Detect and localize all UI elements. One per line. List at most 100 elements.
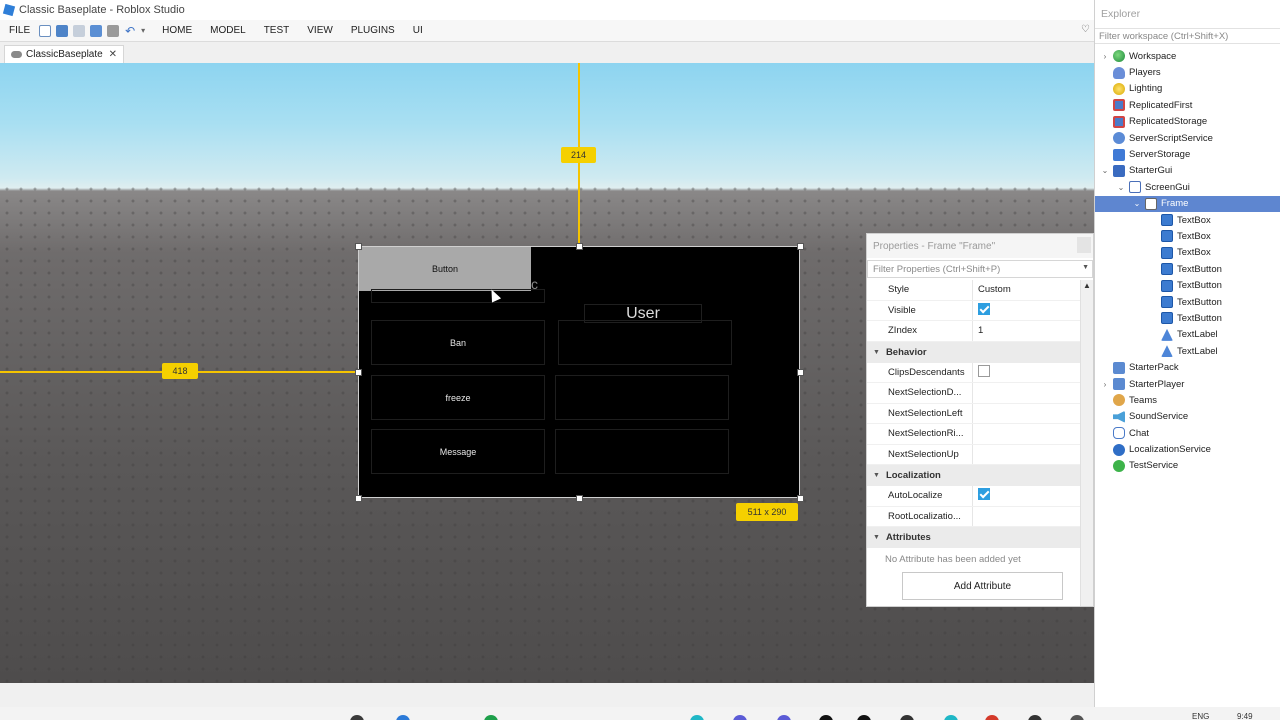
explorer-item-localizationservice[interactable]: LocalizationService bbox=[1095, 441, 1280, 457]
chevron-down-icon[interactable]: ▼ bbox=[873, 472, 880, 479]
menu-tab-ui[interactable]: UI bbox=[404, 25, 432, 36]
chevron-down-icon[interactable]: ▼ bbox=[1082, 264, 1089, 271]
section-localization[interactable]: ▼ Localization bbox=[867, 465, 1081, 486]
new-file-icon[interactable] bbox=[39, 24, 52, 37]
explorer-item-testservice[interactable]: TestService bbox=[1095, 458, 1280, 474]
quick-access-dropdown-icon[interactable]: ▾ bbox=[141, 26, 145, 35]
taskbar-app-icon[interactable] bbox=[985, 715, 999, 720]
menu-tab-model[interactable]: MODEL bbox=[201, 25, 255, 36]
chevron-down-icon[interactable]: ▼ bbox=[873, 534, 880, 541]
explorer-item-lighting[interactable]: Lighting bbox=[1095, 81, 1280, 97]
taskbar-app-icon[interactable] bbox=[819, 715, 833, 720]
property-row-nextselectionleft[interactable]: NextSelectionLeft bbox=[867, 403, 1081, 424]
gui-textbox[interactable] bbox=[555, 429, 729, 474]
expand-chevron-icon[interactable]: › bbox=[1099, 52, 1111, 61]
gui-message-button[interactable]: Message bbox=[371, 429, 545, 474]
explorer-item-chat[interactable]: Chat bbox=[1095, 425, 1280, 441]
close-tab-icon[interactable]: ✕ bbox=[109, 49, 117, 60]
properties-scrollbar[interactable]: ▲ bbox=[1080, 280, 1093, 606]
property-row-clipsdescendants[interactable]: ClipsDescendants bbox=[867, 362, 1081, 383]
explorer-filter-input[interactable]: Filter workspace (Ctrl+Shift+X) bbox=[1095, 28, 1280, 44]
taskbar-app-icon[interactable] bbox=[350, 715, 364, 720]
explorer-item-textbox[interactable]: TextBox bbox=[1095, 245, 1280, 261]
explorer-item-screengui[interactable]: ⌄ ScreenGui bbox=[1095, 179, 1280, 195]
gui-textbox[interactable] bbox=[555, 375, 729, 420]
property-row-style[interactable]: Style Custom bbox=[867, 280, 1081, 301]
explorer-item-textlabel[interactable]: TextLabel bbox=[1095, 327, 1280, 343]
explorer-item-starterplayer[interactable]: › StarterPlayer bbox=[1095, 376, 1280, 392]
taskbar-app-icon[interactable] bbox=[900, 715, 914, 720]
autolocalize-checkbox[interactable] bbox=[978, 488, 990, 501]
section-behavior[interactable]: ▼ Behavior bbox=[867, 341, 1081, 363]
gui-frame[interactable]: Button c User Ban freeze Message bbox=[358, 246, 800, 498]
resize-handle[interactable] bbox=[355, 243, 362, 250]
menu-tab-plugins[interactable]: PLUGINS bbox=[342, 25, 404, 36]
explorer-item-teams[interactable]: Teams bbox=[1095, 392, 1280, 408]
properties-close-button[interactable] bbox=[1077, 237, 1091, 253]
gui-top-button[interactable]: Button bbox=[359, 247, 531, 291]
taskbar-app-icon[interactable] bbox=[396, 715, 410, 720]
expand-chevron-icon[interactable]: ⌄ bbox=[1115, 183, 1127, 192]
scroll-up-icon[interactable]: ▲ bbox=[1081, 280, 1093, 292]
expand-chevron-icon[interactable]: › bbox=[1099, 380, 1111, 389]
taskbar-app-icon[interactable] bbox=[1070, 715, 1084, 720]
redo-icon[interactable] bbox=[73, 24, 86, 37]
explorer-item-replicatedstorage[interactable]: ReplicatedStorage bbox=[1095, 114, 1280, 130]
explorer-item-replicatedfirst[interactable]: ReplicatedFirst bbox=[1095, 97, 1280, 113]
expand-chevron-icon[interactable]: ⌄ bbox=[1099, 166, 1111, 175]
taskbar-app-icon[interactable] bbox=[690, 715, 704, 720]
property-row-nextselectionright[interactable]: NextSelectionRi... bbox=[867, 424, 1081, 445]
section-attributes[interactable]: ▼ Attributes bbox=[867, 527, 1081, 548]
explorer-item-serverscriptservice[interactable]: ServerScriptService bbox=[1095, 130, 1280, 146]
explorer-item-textbutton[interactable]: TextButton bbox=[1095, 310, 1280, 326]
resize-handle[interactable] bbox=[355, 495, 362, 502]
publish-icon[interactable] bbox=[90, 24, 103, 37]
ribbon-collapse-icon[interactable]: ♡ bbox=[1081, 24, 1090, 35]
resize-handle[interactable] bbox=[355, 369, 362, 376]
property-row-nextselectionup[interactable]: NextSelectionUp bbox=[867, 444, 1081, 465]
resize-handle[interactable] bbox=[576, 495, 583, 502]
explorer-item-soundservice[interactable]: SoundService bbox=[1095, 409, 1280, 425]
property-row-visible[interactable]: Visible bbox=[867, 300, 1081, 321]
visible-checkbox[interactable] bbox=[978, 302, 990, 315]
gui-freeze-button[interactable]: freeze bbox=[371, 375, 545, 420]
gui-textbox[interactable] bbox=[371, 289, 545, 303]
stop-icon[interactable] bbox=[107, 24, 120, 37]
clipsdescendants-checkbox[interactable] bbox=[978, 364, 990, 377]
taskbar-app-icon[interactable] bbox=[944, 715, 958, 720]
document-tab[interactable]: ClassicBaseplate ✕ bbox=[4, 45, 124, 63]
expand-chevron-icon[interactable]: ⌄ bbox=[1131, 199, 1143, 208]
menu-tab-view[interactable]: VIEW bbox=[298, 25, 342, 36]
gui-textbox[interactable] bbox=[558, 320, 732, 365]
taskbar-app-icon[interactable] bbox=[1028, 715, 1042, 720]
property-row-autolocalize[interactable]: AutoLocalize bbox=[867, 486, 1081, 507]
explorer-item-textbox[interactable]: TextBox bbox=[1095, 212, 1280, 228]
property-row-rootlocalization[interactable]: RootLocalizatio... bbox=[867, 506, 1081, 527]
menu-tab-test[interactable]: TEST bbox=[255, 25, 299, 36]
gui-ban-button[interactable]: Ban bbox=[371, 320, 545, 365]
explorer-item-workspace[interactable]: › Workspace bbox=[1095, 48, 1280, 64]
explorer-item-textbutton[interactable]: TextButton bbox=[1095, 277, 1280, 293]
taskbar-app-icon[interactable] bbox=[777, 715, 791, 720]
explorer-item-frame[interactable]: ⌄ Frame bbox=[1095, 195, 1280, 212]
resize-handle[interactable] bbox=[797, 495, 804, 502]
property-row-zindex[interactable]: ZIndex 1 bbox=[867, 321, 1081, 342]
group-icon[interactable] bbox=[56, 24, 69, 37]
menu-tab-home[interactable]: HOME bbox=[153, 25, 201, 36]
resize-handle[interactable] bbox=[797, 369, 804, 376]
explorer-item-textbox[interactable]: TextBox bbox=[1095, 228, 1280, 244]
taskbar-language[interactable]: ENG bbox=[1192, 712, 1209, 720]
menu-file[interactable]: FILE bbox=[0, 25, 39, 36]
explorer-item-players[interactable]: Players bbox=[1095, 64, 1280, 80]
add-attribute-button[interactable]: Add Attribute bbox=[902, 572, 1063, 600]
chevron-down-icon[interactable]: ▼ bbox=[873, 349, 880, 356]
taskbar-app-icon[interactable] bbox=[733, 715, 747, 720]
explorer-item-starterpack[interactable]: StarterPack bbox=[1095, 359, 1280, 375]
property-row-nextselectiondown[interactable]: NextSelectionD... bbox=[867, 383, 1081, 404]
explorer-item-textbutton[interactable]: TextButton bbox=[1095, 294, 1280, 310]
resize-handle[interactable] bbox=[576, 243, 583, 250]
taskbar-clock[interactable]: 9:49 bbox=[1237, 712, 1253, 720]
explorer-item-textbutton[interactable]: TextButton bbox=[1095, 261, 1280, 277]
explorer-item-serverstorage[interactable]: ServerStorage bbox=[1095, 146, 1280, 162]
resize-handle[interactable] bbox=[797, 243, 804, 250]
